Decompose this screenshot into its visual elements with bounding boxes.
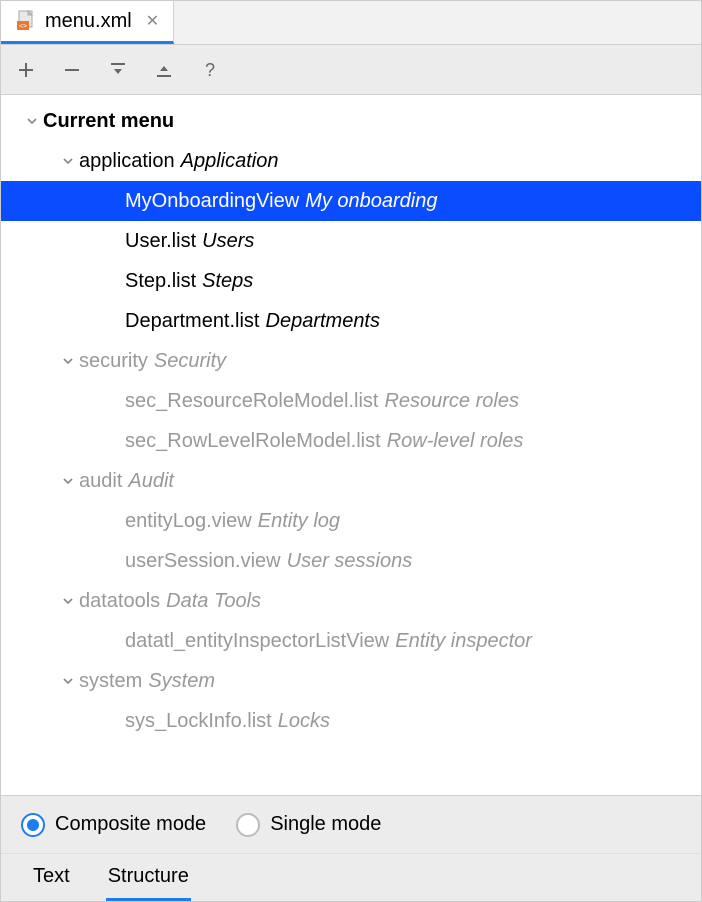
tree-item-id: entityLog.view (125, 510, 252, 533)
tree-item-id: Step.list (125, 270, 196, 293)
close-icon[interactable]: ✕ (146, 11, 159, 31)
structure-toolbar: ? (1, 45, 701, 95)
editor-mode-tabs: Text Structure (1, 853, 701, 901)
editor-tab[interactable]: <> menu.xml ✕ (1, 1, 174, 44)
tree-item-label: My onboarding (305, 190, 437, 213)
tree-item[interactable]: Department.list Departments (1, 301, 701, 341)
svg-text:?: ? (205, 61, 215, 79)
tree-item-id: MyOnboardingView (125, 190, 299, 213)
tree-item[interactable]: datatl_entityInspectorListView Entity ins… (1, 621, 701, 661)
tree-group-label: System (148, 670, 215, 693)
chevron-down-icon (57, 590, 79, 612)
tree-item-id: userSession.view (125, 550, 281, 573)
tree-item[interactable]: sys_LockInfo.list Locks (1, 701, 701, 741)
tree-item-label: Locks (278, 710, 330, 733)
add-button[interactable] (15, 59, 37, 81)
tab-filename: menu.xml (45, 10, 132, 33)
tree-item-id: sec_RowLevelRoleModel.list (125, 430, 381, 453)
tree-item[interactable]: MyOnboardingView My onboarding (1, 181, 701, 221)
tree-item-id: Department.list (125, 310, 260, 333)
tree-item-label: Entity log (258, 510, 340, 533)
tree-item[interactable]: entityLog.view Entity log (1, 501, 701, 541)
tree-item[interactable]: sec_ResourceRoleModel.list Resource roles (1, 381, 701, 421)
tree-root-label: Current menu (43, 110, 174, 133)
expand-all-button[interactable] (107, 59, 129, 81)
tree-item-label: Entity inspector (395, 630, 532, 653)
tree-root[interactable]: Current menu (1, 101, 701, 141)
single-mode-radio[interactable]: Single mode (236, 813, 381, 837)
tree-item-id: datatl_entityInspectorListView (125, 630, 389, 653)
tree-group[interactable]: security Security (1, 341, 701, 381)
tree-item-id: sec_ResourceRoleModel.list (125, 390, 378, 413)
tree-group[interactable]: datatools Data Tools (1, 581, 701, 621)
chevron-down-icon (57, 670, 79, 692)
tree-group[interactable]: application Application (1, 141, 701, 181)
composite-mode-radio[interactable]: Composite mode (21, 813, 206, 837)
collapse-all-button[interactable] (153, 59, 175, 81)
tree-group[interactable]: system System (1, 661, 701, 701)
tree-item-label: Steps (202, 270, 253, 293)
tab-structure[interactable]: Structure (106, 855, 191, 901)
tree-group-label: Data Tools (166, 590, 261, 613)
tree-group[interactable]: audit Audit (1, 461, 701, 501)
composite-mode-label: Composite mode (55, 813, 206, 836)
tree-item-label: Users (202, 230, 254, 253)
tree-group-id: security (79, 350, 148, 373)
menu-tree: Current menu application Application MyOnbo… (1, 95, 701, 795)
radio-icon (236, 813, 260, 837)
tree-item[interactable]: User.list Users (1, 221, 701, 261)
tree-group-label: Audit (128, 470, 174, 493)
chevron-down-icon (57, 350, 79, 372)
tree-item[interactable]: Step.list Steps (1, 261, 701, 301)
tree-group-id: audit (79, 470, 122, 493)
tree-item[interactable]: sec_RowLevelRoleModel.list Row-level role… (1, 421, 701, 461)
editor-tab-bar: <> menu.xml ✕ (1, 1, 701, 45)
tree-group-id: datatools (79, 590, 160, 613)
radio-icon (21, 813, 45, 837)
tree-group-label: Security (154, 350, 226, 373)
tree-group-label: Application (181, 150, 279, 173)
tree-item-label: User sessions (287, 550, 413, 573)
mode-bar: Composite mode Single mode (1, 795, 701, 853)
chevron-down-icon (57, 470, 79, 492)
xml-file-icon: <> (15, 10, 37, 32)
tree-item-id: User.list (125, 230, 196, 253)
tree-item[interactable]: userSession.view User sessions (1, 541, 701, 581)
tree-item-label: Departments (266, 310, 381, 333)
tab-text[interactable]: Text (31, 855, 72, 901)
remove-button[interactable] (61, 59, 83, 81)
tree-group-id: application (79, 150, 175, 173)
single-mode-label: Single mode (270, 813, 381, 836)
tree-item-id: sys_LockInfo.list (125, 710, 272, 733)
chevron-down-icon (21, 110, 43, 132)
help-button[interactable]: ? (199, 59, 221, 81)
svg-text:<>: <> (19, 22, 27, 30)
chevron-down-icon (57, 150, 79, 172)
tree-item-label: Resource roles (384, 390, 519, 413)
tree-group-id: system (79, 670, 142, 693)
tree-item-label: Row-level roles (387, 430, 524, 453)
